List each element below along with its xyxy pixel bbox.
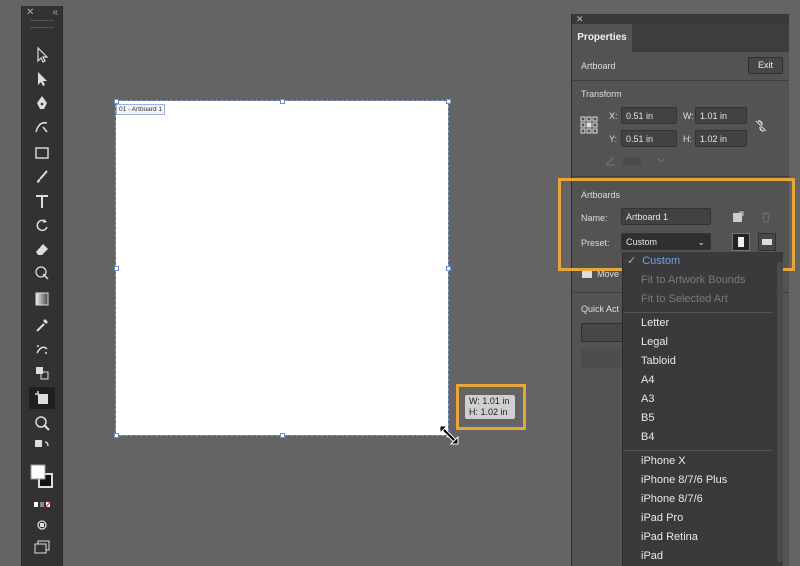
zoom-tool-icon[interactable]: [29, 412, 55, 434]
eraser-tool-icon[interactable]: [29, 238, 55, 260]
x-field[interactable]: 0.51 in: [621, 107, 677, 124]
quick-actions-title: Quick Act: [581, 304, 620, 314]
tools-panel: ✕ «: [21, 6, 63, 566]
resize-handle[interactable]: [446, 266, 451, 271]
rotate-field-icon[interactable]: [604, 154, 665, 167]
collapse-icon[interactable]: «: [52, 7, 58, 18]
close-icon[interactable]: ✕: [26, 7, 34, 18]
height-field[interactable]: 1.02 in: [695, 130, 747, 147]
dimensions-tooltip: W: 1.01 in H: 1.02 in: [465, 395, 515, 419]
reference-point-icon[interactable]: [580, 116, 598, 134]
panel-grip[interactable]: [30, 20, 54, 28]
menu-item-tabloid[interactable]: Tabloid: [641, 355, 676, 367]
pen-tool-icon[interactable]: [29, 92, 55, 114]
rotate-tool-icon[interactable]: [29, 214, 55, 236]
y-label: Y:: [609, 134, 618, 144]
type-tool-icon[interactable]: [29, 190, 55, 212]
paintbrush-tool-icon[interactable]: [29, 166, 55, 188]
eyedropper-tool-icon[interactable]: [29, 314, 55, 336]
curvature-tool-icon[interactable]: [29, 116, 55, 138]
artboard-canvas[interactable]: [115, 100, 449, 436]
section-artboard-label: Artboard: [581, 61, 616, 71]
menu-item-letter[interactable]: Letter: [641, 317, 669, 329]
exit-button[interactable]: Exit: [748, 57, 783, 74]
resize-handle[interactable]: [446, 99, 451, 104]
y-field[interactable]: 0.51 in: [621, 130, 677, 147]
close-icon[interactable]: ✕: [576, 14, 584, 24]
menu-item-iphone-8[interactable]: iPhone 8/7/6: [641, 493, 703, 505]
fill-stroke-swatch-icon[interactable]: [29, 462, 55, 492]
menu-item-ipad-retina[interactable]: iPad Retina: [641, 531, 698, 543]
menu-item-b5[interactable]: B5: [641, 412, 654, 424]
panel-tabbar: Properties: [572, 24, 789, 52]
resize-handle[interactable]: [114, 266, 119, 271]
menu-scrollbar[interactable]: [777, 262, 783, 562]
screen-mode-icon[interactable]: [29, 536, 55, 558]
menu-item-fit-selected: Fit to Selected Art: [641, 293, 728, 305]
shape-builder-tool-icon[interactable]: [29, 262, 55, 284]
menu-item-b4[interactable]: B4: [641, 431, 654, 443]
gradient-tool-icon[interactable]: [29, 288, 55, 310]
menu-item-legal[interactable]: Legal: [641, 336, 668, 348]
artboard-name-label[interactable]: 01 - Artboard 1: [116, 104, 165, 115]
draw-mode-icon[interactable]: [29, 514, 55, 536]
blend-tool-icon[interactable]: [29, 362, 55, 384]
menu-item-fit-artwork: Fit to Artwork Bounds: [641, 274, 746, 286]
menu-item-ipad-pro[interactable]: iPad Pro: [641, 512, 683, 524]
artboard-tool-icon[interactable]: [29, 387, 55, 409]
resize-handle[interactable]: [114, 433, 119, 438]
resize-handle[interactable]: [280, 99, 285, 104]
direct-selection-tool-icon[interactable]: [29, 68, 55, 90]
preset-dropdown-menu: ✓ Custom Fit to Artwork Bounds Fit to Sel…: [622, 252, 783, 566]
tab-properties[interactable]: Properties: [572, 24, 632, 52]
symbol-sprayer-tool-icon[interactable]: [29, 338, 55, 360]
x-label: X:: [609, 111, 618, 121]
width-field[interactable]: 1.01 in: [695, 107, 747, 124]
menu-item-iphone-plus[interactable]: iPhone 8/7/6 Plus: [641, 474, 727, 486]
height-readout: H: 1.02 in: [469, 407, 508, 417]
menu-item-iphone-x[interactable]: iPhone X: [641, 455, 686, 467]
color-mode-icon[interactable]: [29, 494, 55, 516]
menu-item-a4[interactable]: A4: [641, 374, 654, 386]
selection-tool-icon[interactable]: [29, 44, 55, 66]
resize-handle[interactable]: [280, 433, 285, 438]
width-readout: W: 1.01 in: [469, 396, 510, 406]
menu-item-a3[interactable]: A3: [641, 393, 654, 405]
rectangle-tool-icon[interactable]: [29, 142, 55, 164]
constrain-proportions-icon[interactable]: [753, 118, 769, 134]
h-label: H:: [683, 134, 692, 144]
menu-item-custom[interactable]: ✓ Custom: [627, 254, 680, 267]
resize-handle[interactable]: [114, 99, 119, 104]
transform-title: Transform: [581, 89, 622, 99]
w-label: W:: [683, 111, 694, 121]
swap-fill-stroke-icon[interactable]: [29, 436, 55, 458]
menu-item-ipad[interactable]: iPad: [641, 550, 663, 562]
